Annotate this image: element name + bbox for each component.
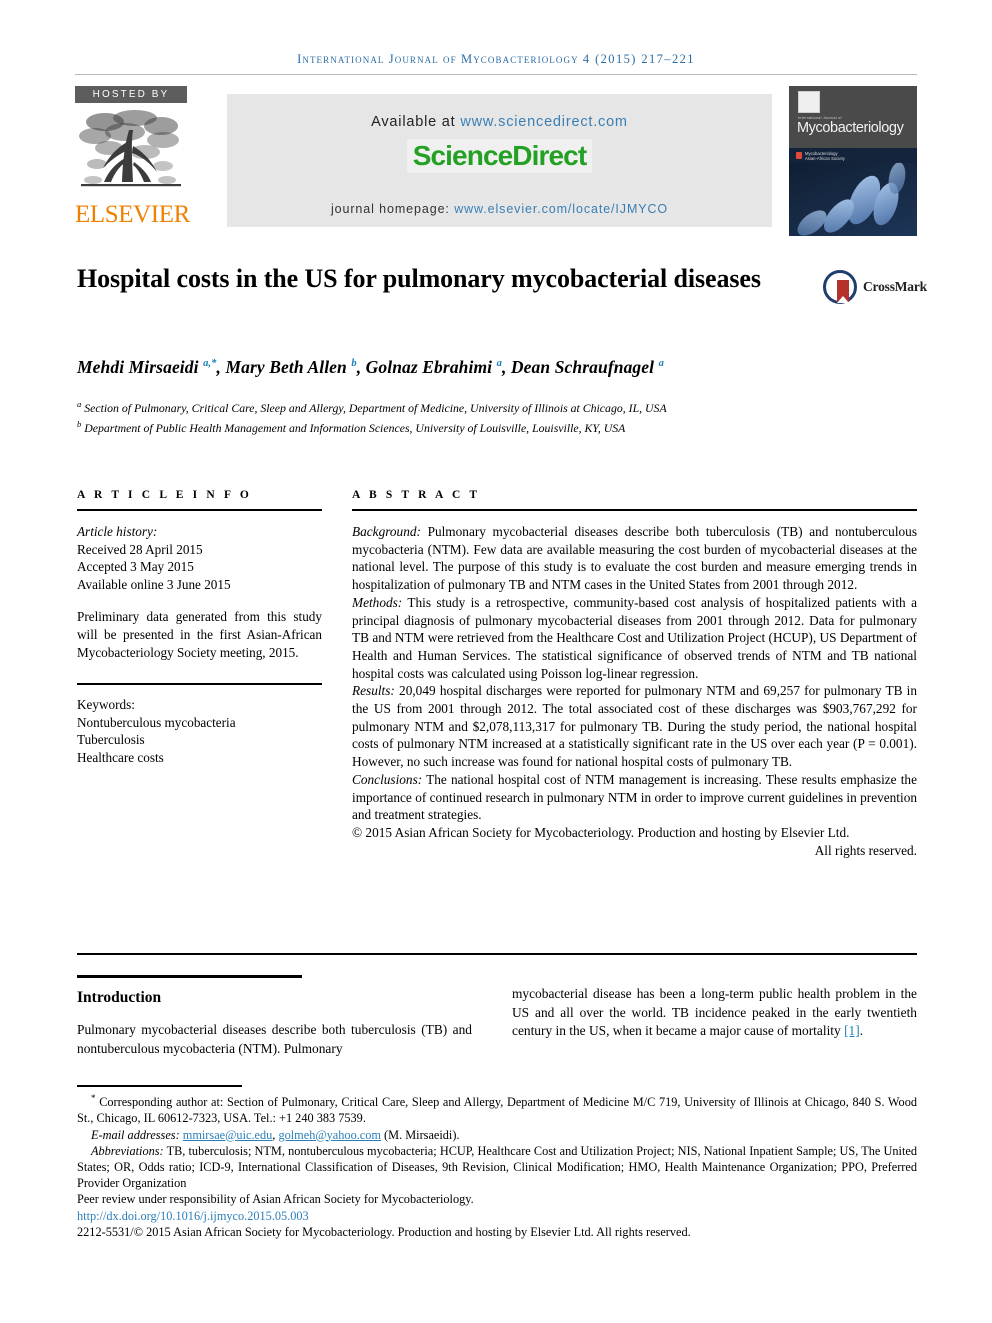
affiliation-a-text: Section of Pulmonary, Critical Care, Sle… xyxy=(84,400,667,415)
elsevier-logo-block: HOSTED BY ELSEVIER xyxy=(75,86,195,236)
abstract-conclusions-label: Conclusions: xyxy=(352,771,423,787)
running-head: International Journal of Mycobacteriolog… xyxy=(75,52,917,67)
abstract-conclusions: Conclusions: The national hospital cost … xyxy=(352,771,917,824)
abbreviations-label: Abbreviations: xyxy=(91,1143,164,1158)
keywords-block: Keywords: Nontuberculous mycobacteria Tu… xyxy=(77,696,322,766)
article-note: Preliminary data generated from this stu… xyxy=(77,609,322,660)
cover-society-text: Mycobacteriology Asian-African Society xyxy=(805,151,845,161)
crossmark-ribbon-icon xyxy=(837,280,849,303)
keyword-item: Healthcare costs xyxy=(77,749,164,765)
doi-link[interactable]: http://dx.doi.org/10.1016/j.ijmyco.2015.… xyxy=(77,1209,309,1223)
keyword-item: Tuberculosis xyxy=(77,732,145,748)
abstract-heading: A B S T R A C T xyxy=(352,489,481,501)
cover-elsevier-mark-icon xyxy=(798,91,820,113)
citation-link-1[interactable]: [1] xyxy=(844,1023,860,1038)
running-head-journal: International Journal of Mycobacteriolog… xyxy=(297,52,579,66)
footnote-peer-review: Peer review under responsibility of Asia… xyxy=(77,1192,474,1207)
journal-cover-thumbnail: International Journal of Mycobacteriolog… xyxy=(789,86,917,236)
cover-title: Mycobacteriology xyxy=(797,120,904,136)
article-available-online: Available online 3 June 2015 xyxy=(77,576,231,592)
abstract-column: A B S T R A C T Background: Pulmonary my… xyxy=(352,489,917,859)
crossmark-badge[interactable]: CrossMark xyxy=(823,268,927,308)
journal-homepage-label: journal homepage: xyxy=(330,202,450,216)
available-at-label: Available at xyxy=(371,114,456,130)
sciencedirect-url-link[interactable]: www.sciencedirect.com xyxy=(460,114,628,130)
article-history-label: Article history: xyxy=(77,524,158,539)
elsevier-tree-icon xyxy=(79,110,181,187)
crossmark-label: CrossMark xyxy=(863,279,927,294)
abstract-results-text: 20,049 hospital discharges were reported… xyxy=(352,683,917,770)
abstract-results: Results: 20,049 hospital discharges were… xyxy=(352,682,917,771)
corresponding-author-asterisk: * xyxy=(91,1093,96,1103)
footnote-issn-copyright: 2212-5531/© 2015 Asian African Society f… xyxy=(77,1224,691,1239)
affiliation-list: a Section of Pulmonary, Critical Care, S… xyxy=(77,396,922,437)
abstract-background-text: Pulmonary mycobacterial diseases describ… xyxy=(352,524,917,593)
introduction-col2-period: . xyxy=(859,1023,864,1039)
abbreviations-text: TB, tuberculosis; NTM, nontuberculous my… xyxy=(77,1143,917,1191)
footnote-doi: http://dx.doi.org/10.1016/j.ijmyco.2015.… xyxy=(77,1208,917,1224)
keyword-item: Nontuberculous mycobacteria xyxy=(77,714,236,730)
abstract-background-label: Background: xyxy=(352,524,421,539)
footnote-abbreviations: Abbreviations: TB, tuberculosis; NTM, no… xyxy=(77,1143,917,1192)
email-link-1[interactable]: mmirsae@uic.edu xyxy=(183,1128,273,1142)
body-column-left: Introduction Pulmonary mycobacterial dis… xyxy=(77,975,472,1058)
cover-top-panel: International Journal of Mycobacteriolog… xyxy=(789,86,917,148)
journal-article-page: International Journal of Mycobacteriolog… xyxy=(0,0,992,1323)
introduction-paragraph-col2: mycobacterial disease has been a long-te… xyxy=(512,985,917,1041)
sciencedirect-banner: Available at www.sciencedirect.com Scien… xyxy=(227,94,772,227)
abstract-background: Background: Pulmonary mycobacterial dise… xyxy=(352,523,917,594)
email-link-2[interactable]: golmeh@yahoo.com xyxy=(278,1128,381,1142)
article-info-heading: A R T I C L E I N F O xyxy=(77,489,252,501)
header-divider xyxy=(75,74,917,75)
article-info-column: A R T I C L E I N F O Article history: R… xyxy=(77,489,322,767)
masthead: HOSTED BY ELSEVIER Available at www.scie… xyxy=(75,86,917,238)
cover-society-strip: Mycobacteriology Asian-African Society xyxy=(789,148,917,163)
abstract-results-label: Results: xyxy=(352,683,395,699)
crossmark-circle-icon xyxy=(823,270,857,304)
footnote-corresponding-author: * Corresponding author at: Section of Pu… xyxy=(77,1090,917,1127)
cover-society-dot-icon xyxy=(796,152,802,159)
page-title: Hospital costs in the US for pulmonary m… xyxy=(77,264,761,293)
abstract-conclusions-text: The national hospital cost of NTM manage… xyxy=(352,771,917,823)
affiliation-b: b Department of Public Health Management… xyxy=(77,419,626,436)
available-at-line: Available at www.sciencedirect.com xyxy=(227,114,772,130)
abstract-copyright-2: All rights reserved. xyxy=(814,842,917,858)
affiliation-a: a Section of Pulmonary, Critical Care, S… xyxy=(77,399,667,415)
abstract-body: Background: Pulmonary mycobacterial dise… xyxy=(352,523,917,859)
abstract-methods: Methods: This study is a retrospective, … xyxy=(352,594,917,683)
body-column-right: mycobacterial disease has been a long-te… xyxy=(512,985,917,1041)
affiliation-b-text: Department of Public Health Management a… xyxy=(84,421,626,436)
footnote-block: * Corresponding author at: Section of Pu… xyxy=(77,1090,917,1240)
abstract-copyright-1: © 2015 Asian African Society for Mycobac… xyxy=(352,824,850,840)
article-info-rule xyxy=(77,509,322,511)
abstract-methods-text: This study is a retrospective, community… xyxy=(352,594,917,681)
journal-homepage-link[interactable]: www.elsevier.com/locate/IJMYCO xyxy=(454,202,668,216)
abstract-bottom-rule xyxy=(77,953,917,955)
introduction-rule xyxy=(77,975,302,978)
elsevier-wordmark: ELSEVIER xyxy=(75,201,190,228)
journal-homepage-line: journal homepage: www.elsevier.com/locat… xyxy=(227,202,772,216)
hosted-by-badge: HOSTED BY xyxy=(75,86,187,103)
keywords-label: Keywords: xyxy=(77,697,135,713)
footnote-email: E-mail addresses: mmirsae@uic.edu, golme… xyxy=(91,1127,460,1142)
article-history: Article history: Received 28 April 2015 … xyxy=(77,523,322,661)
sciencedirect-logo: ScienceDirect xyxy=(406,139,593,173)
email-label: E-mail addresses: xyxy=(91,1127,180,1142)
corresponding-author-text: Corresponding author at: Section of Pulm… xyxy=(77,1095,918,1126)
running-head-volume: 4 (2015) 217–221 xyxy=(582,52,695,66)
abstract-methods-label: Methods: xyxy=(352,594,403,610)
article-received: Received 28 April 2015 xyxy=(77,541,203,557)
email-owner: (M. Mirsaeidi). xyxy=(384,1127,460,1142)
article-accepted: Accepted 3 May 2015 xyxy=(77,559,194,575)
keywords-rule xyxy=(77,683,322,686)
abstract-rule xyxy=(352,509,917,511)
introduction-heading: Introduction xyxy=(77,989,162,1006)
introduction-paragraph-col1: Pulmonary mycobacterial diseases describ… xyxy=(77,1022,472,1056)
author-list: Mehdi Mirsaeidi a,*, Mary Beth Allen b, … xyxy=(77,357,664,377)
footnote-rule xyxy=(77,1085,242,1087)
